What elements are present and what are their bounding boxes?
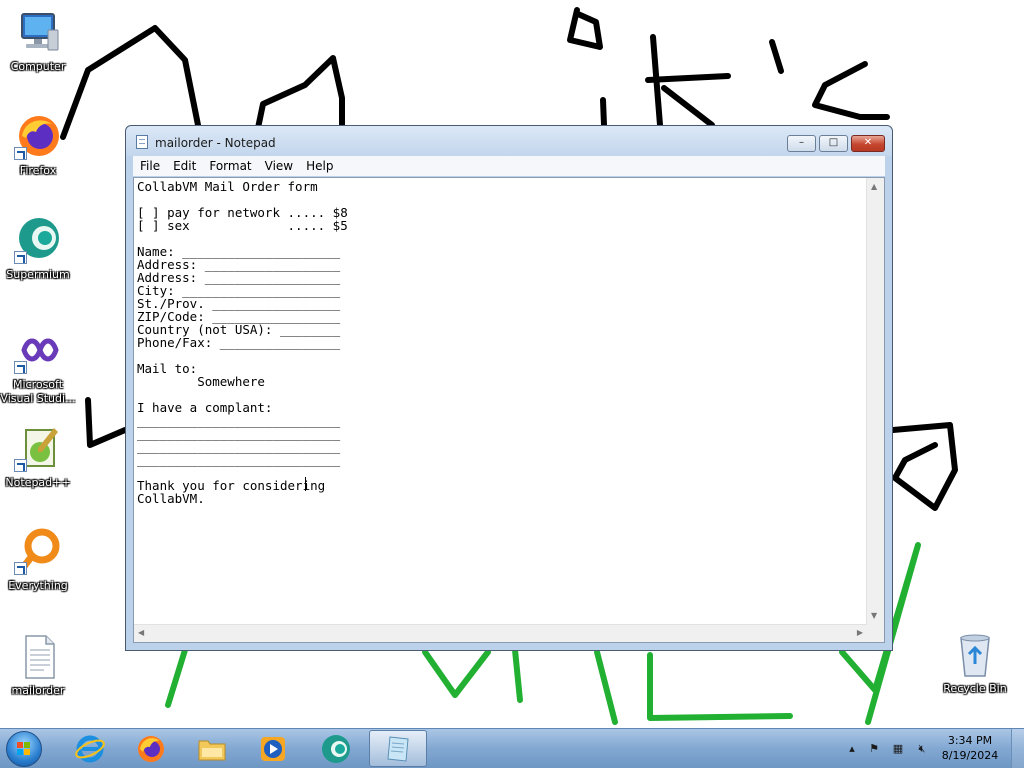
vertical-scrollbar[interactable]: ▲ ▼ bbox=[866, 178, 884, 625]
taskbar: ▴ ⚑ ▦ 🔇︎ 3:34 PM 8/19/2024 bbox=[0, 728, 1024, 768]
shortcut-arrow-icon bbox=[14, 147, 27, 160]
menu-file[interactable]: File bbox=[133, 156, 166, 173]
scroll-left-icon[interactable]: ◀ bbox=[138, 628, 144, 638]
taskbar-supermium[interactable] bbox=[307, 730, 365, 767]
size-grip[interactable] bbox=[867, 625, 884, 642]
clock-time: 3:34 PM bbox=[947, 734, 993, 747]
taskbar-media-player[interactable] bbox=[244, 730, 302, 767]
taskbar-notepad[interactable] bbox=[369, 730, 427, 767]
taskbar-internet-explorer[interactable] bbox=[61, 730, 119, 767]
desktop-icon-label: Recycle Bin bbox=[943, 682, 1007, 695]
taskbar-firefox[interactable] bbox=[122, 730, 180, 767]
supermium-icon bbox=[322, 735, 350, 763]
firefox-icon bbox=[14, 112, 62, 160]
desktop-icon-computer[interactable]: Computer bbox=[0, 8, 76, 74]
desktop-icon-label: Supermium bbox=[6, 268, 70, 281]
desktop-icon-label: Computer bbox=[10, 60, 66, 73]
document-text[interactable]: CollabVM Mail Order form [ ] pay for net… bbox=[137, 180, 864, 622]
taskbar-windows-explorer[interactable] bbox=[183, 730, 241, 767]
desktop-icon-firefox[interactable]: Firefox bbox=[0, 112, 76, 178]
text-cursor-icon bbox=[305, 477, 308, 491]
folder-icon bbox=[198, 740, 226, 761]
everything-search-icon bbox=[14, 527, 62, 575]
recycle-bin-icon bbox=[951, 630, 999, 678]
shortcut-arrow-icon bbox=[14, 361, 27, 374]
show-desktop-button[interactable] bbox=[1011, 729, 1024, 768]
desktop-icon-supermium[interactable]: Supermium bbox=[0, 216, 76, 282]
maximize-button[interactable]: □ bbox=[819, 135, 848, 152]
desktop-icon-label: Notepad++ bbox=[5, 476, 71, 489]
start-button[interactable] bbox=[6, 731, 42, 767]
desktop-icon-visual-studio[interactable]: Microsoft Visual Studi... bbox=[0, 326, 76, 406]
shortcut-arrow-icon bbox=[14, 251, 27, 264]
notepad-window[interactable]: mailorder - Notepad – □ ✕ File Edit Format… bbox=[125, 125, 893, 651]
notepad-icon bbox=[387, 736, 409, 762]
scroll-up-icon[interactable]: ▲ bbox=[871, 182, 877, 192]
desktop-icon-mailorder[interactable]: mailorder bbox=[0, 632, 76, 698]
desktop-icon-label: mailorder bbox=[11, 684, 65, 697]
menu-bar: File Edit Format View Help bbox=[133, 156, 885, 176]
desktop-icon-label: Firefox bbox=[19, 164, 57, 177]
media-player-icon bbox=[261, 737, 285, 761]
system-clock[interactable]: 3:34 PM 8/19/2024 bbox=[940, 733, 1000, 763]
notepad-plus-plus-icon bbox=[14, 424, 62, 472]
show-hidden-icons-icon[interactable]: ▴ bbox=[845, 742, 859, 756]
shortcut-arrow-icon bbox=[14, 459, 27, 472]
menu-view[interactable]: View bbox=[258, 156, 299, 173]
text-editor[interactable]: CollabVM Mail Order form [ ] pay for net… bbox=[133, 177, 885, 643]
menu-help[interactable]: Help bbox=[299, 156, 339, 173]
title-bar[interactable]: mailorder - Notepad – □ ✕ bbox=[126, 126, 892, 156]
menu-format[interactable]: Format bbox=[202, 156, 257, 173]
menu-edit[interactable]: Edit bbox=[166, 156, 202, 173]
scroll-down-icon[interactable]: ▼ bbox=[871, 611, 877, 621]
clock-date: 8/19/2024 bbox=[941, 749, 999, 762]
action-center-flag-icon[interactable]: ⚑ bbox=[867, 742, 881, 756]
shortcut-arrow-icon bbox=[14, 562, 27, 575]
desktop-icon-label: Microsoft Visual Studi... bbox=[0, 378, 76, 405]
notepad-icon bbox=[136, 135, 148, 149]
desktop-icon-everything[interactable]: Everything bbox=[0, 527, 76, 593]
visual-studio-icon bbox=[14, 326, 62, 374]
window-title: mailorder - Notepad bbox=[155, 136, 276, 150]
computer-icon bbox=[14, 8, 62, 56]
minimize-button[interactable]: – bbox=[787, 135, 816, 152]
text-file-icon bbox=[14, 632, 62, 680]
internet-explorer-icon bbox=[75, 735, 105, 763]
desktop-icon-label: Everything bbox=[8, 579, 68, 592]
windows-logo-icon bbox=[17, 742, 30, 755]
close-button[interactable]: ✕ bbox=[851, 135, 885, 152]
volume-muted-icon[interactable]: 🔇︎ bbox=[915, 742, 929, 756]
supermium-icon bbox=[14, 216, 62, 264]
desktop-icon-notepad-plus-plus[interactable]: Notepad++ bbox=[0, 424, 76, 490]
scroll-right-icon[interactable]: ▶ bbox=[857, 628, 863, 638]
desktop-icon-recycle-bin[interactable]: Recycle Bin bbox=[937, 630, 1013, 696]
firefox-icon bbox=[138, 736, 164, 762]
horizontal-scrollbar[interactable]: ◀ ▶ bbox=[134, 624, 867, 642]
network-icon[interactable]: ▦ bbox=[891, 742, 905, 756]
